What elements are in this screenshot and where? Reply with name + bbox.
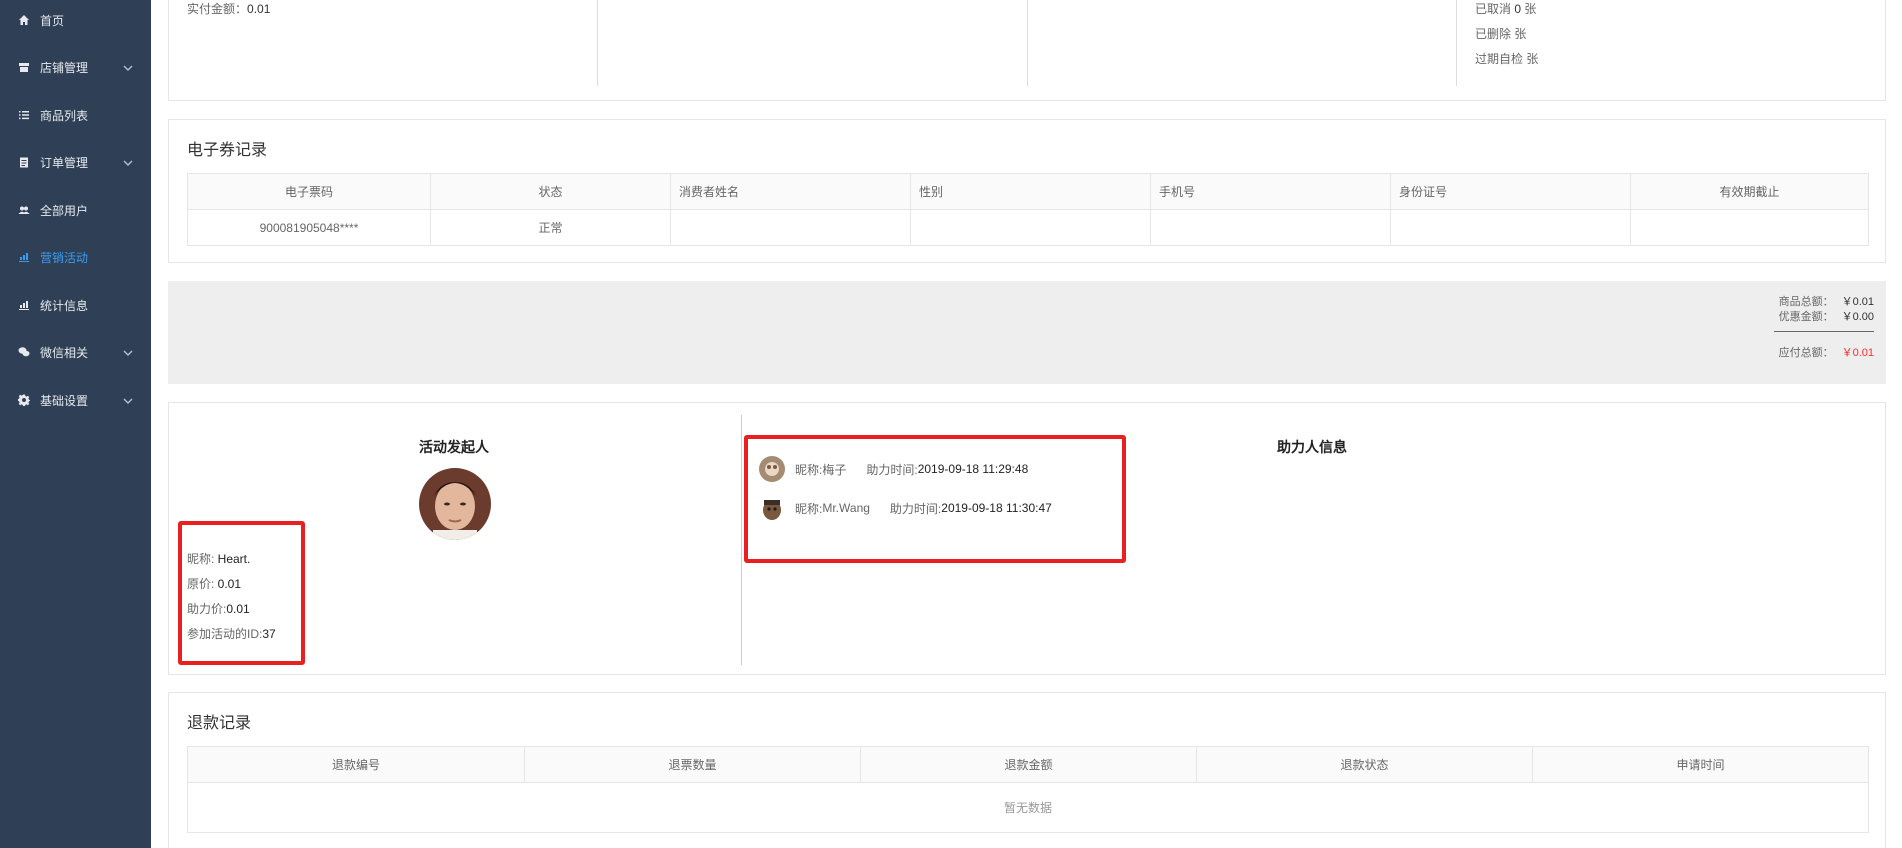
divider — [1027, 0, 1028, 86]
table-cell: 正常 — [431, 210, 671, 246]
wechat-icon — [17, 345, 31, 359]
gear-icon — [17, 393, 31, 407]
sidebar-item-label: 订单管理 — [40, 155, 89, 170]
divider — [1456, 0, 1457, 86]
sidebar-item-marketing[interactable]: 营销活动 — [0, 237, 151, 277]
refund-table: 退款编号 退票数量 退款金额 退款状态 申请时间 暂无数据 — [187, 746, 1869, 833]
column-header: 退款状态 — [1197, 747, 1533, 783]
initiator-title: 活动发起人 — [419, 440, 489, 456]
order-info-panel: 实付金额：0.01 已取消 0 张 已删除 张 过期自检 张 — [168, 0, 1886, 101]
empty-state: 暂无数据 — [188, 783, 1869, 833]
refund-panel: 退款记录 退款编号 退票数量 退款金额 退款状态 申请时间 暂无数据 — [168, 692, 1886, 848]
sidebar-item-products[interactable]: 商品列表 — [0, 95, 151, 135]
goods-total: 商品总额： ￥0.01 — [1778, 296, 1874, 308]
voucher-panel: 电子券记录 电子票码 状态 消费者姓名 性别 手机号 身份证号 有效期截止 90… — [168, 119, 1886, 263]
column-header: 状态 — [431, 174, 671, 210]
table-header-row: 退款编号 退票数量 退款金额 退款状态 申请时间 — [188, 747, 1869, 783]
cancelled-count: 已取消 0 张 — [1475, 2, 1537, 16]
voucher-table: 电子票码 状态 消费者姓名 性别 手机号 身份证号 有效期截止 90008190… — [187, 173, 1869, 246]
table-cell: 900081905048**** — [188, 210, 431, 246]
column-header: 退款编号 — [188, 747, 525, 783]
sidebar-item-label: 统计信息 — [40, 298, 89, 313]
shop-icon — [17, 60, 31, 74]
activity-panel: 活动发起人 昵称: Heart. 原价: 0.01 助力价:0.01 参加活动的… — [168, 402, 1886, 675]
column-header: 性别 — [911, 174, 1151, 210]
expired-count: 过期自检 张 — [1475, 52, 1539, 66]
sidebar-item-label: 微信相关 — [40, 345, 89, 360]
stats-icon — [17, 298, 31, 312]
column-header: 消费者姓名 — [671, 174, 911, 210]
sidebar-item-label: 营销活动 — [40, 250, 89, 265]
sidebar-item-settings[interactable]: 基础设置 — [0, 380, 151, 420]
sidebar-item-shop[interactable]: 店铺管理 — [0, 47, 151, 87]
helper-title: 助力人信息 — [1277, 440, 1347, 456]
clipboard-icon — [17, 155, 31, 169]
table-header-row: 电子票码 状态 消费者姓名 性别 手机号 身份证号 有效期截止 — [188, 174, 1869, 210]
highlight-box — [744, 435, 1126, 563]
chevron-down-icon — [123, 157, 133, 167]
sidebar-item-users[interactable]: 全部用户 — [0, 190, 151, 230]
divider — [741, 415, 742, 665]
table-cell — [1151, 210, 1391, 246]
sidebar-item-label: 商品列表 — [40, 108, 89, 123]
column-header: 手机号 — [1151, 174, 1391, 210]
chart-icon — [17, 250, 31, 264]
refund-title: 退款记录 — [187, 713, 252, 732]
sidebar-item-label: 店铺管理 — [40, 60, 89, 75]
home-icon — [17, 13, 31, 27]
table-row: 900081905048**** 正常 — [188, 210, 1869, 246]
column-header: 退票数量 — [525, 747, 861, 783]
list-icon — [17, 108, 31, 122]
users-icon — [17, 203, 31, 217]
sidebar-item-label: 首页 — [40, 13, 65, 28]
chevron-down-icon — [123, 62, 133, 72]
sidebar-item-orders[interactable]: 订单管理 — [0, 142, 151, 182]
voucher-title: 电子券记录 — [187, 140, 268, 159]
sidebar-item-stats[interactable]: 统计信息 — [0, 285, 151, 325]
sidebar-item-label: 全部用户 — [40, 203, 89, 218]
deleted-count: 已删除 张 — [1475, 27, 1527, 41]
table-cell — [1631, 210, 1869, 246]
table-cell — [671, 210, 911, 246]
payable-total: 应付总额： ￥0.01 — [1778, 347, 1874, 359]
table-row: 暂无数据 — [188, 783, 1869, 833]
divider — [1774, 331, 1874, 332]
table-cell — [911, 210, 1151, 246]
highlight-box — [178, 521, 305, 665]
column-header: 退款金额 — [861, 747, 1197, 783]
paid-amount: 实付金额：0.01 — [187, 2, 271, 16]
sidebar-item-wechat[interactable]: 微信相关 — [0, 332, 151, 372]
chevron-down-icon — [123, 395, 133, 405]
divider — [597, 0, 598, 86]
sidebar-item-label: 基础设置 — [40, 393, 89, 408]
column-header: 申请时间 — [1533, 747, 1869, 783]
discount-amount: 优惠金额： ￥0.00 — [1778, 311, 1874, 323]
column-header: 电子票码 — [188, 174, 431, 210]
table-cell — [1391, 210, 1631, 246]
sidebar-item-home[interactable]: 首页 — [0, 0, 151, 40]
column-header: 有效期截止 — [1631, 174, 1869, 210]
chevron-down-icon — [123, 347, 133, 357]
price-summary: 商品总额： ￥0.01 优惠金额： ￥0.00 应付总额： ￥0.01 — [168, 281, 1886, 384]
initiator-avatar — [419, 468, 491, 540]
column-header: 身份证号 — [1391, 174, 1631, 210]
sidebar: 首页 店铺管理 商品列表 订单管理 全部用户 营销活动 统计信息 微信相关 基础… — [0, 0, 151, 848]
